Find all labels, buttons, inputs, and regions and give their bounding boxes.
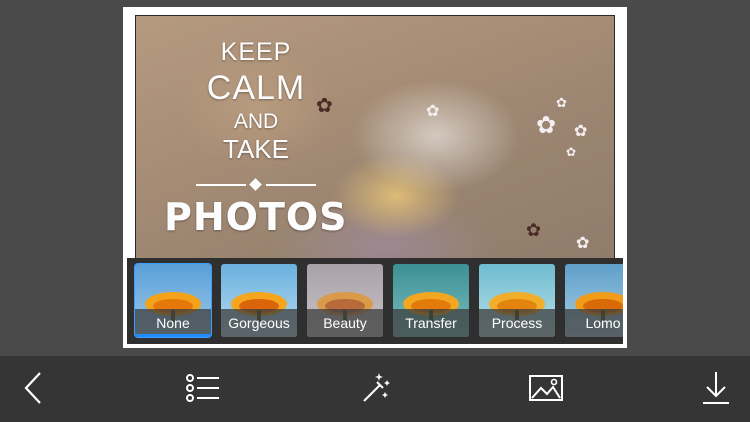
filter-beauty[interactable]: Beauty <box>307 264 383 337</box>
poster-line-and: AND <box>233 110 279 133</box>
poster-line-calm: CALM <box>206 69 306 107</box>
poster-line-take: TAKE <box>223 134 289 164</box>
filter-transfer[interactable]: Transfer <box>393 264 469 337</box>
filter-label: Transfer <box>393 309 469 337</box>
list-icon <box>186 374 219 402</box>
keep-calm-poster-text: KEEP CALM AND TAKE PHOTOS <box>164 38 347 239</box>
flower-decoration: ✿ <box>576 235 590 252</box>
filter-strip[interactable]: None Gorgeous Beauty Transfer Process Lo… <box>127 258 623 344</box>
bottom-toolbar <box>0 356 750 422</box>
flower-decoration: ✿ <box>526 220 542 240</box>
filter-none[interactable]: None <box>135 264 211 337</box>
layout-list-button[interactable] <box>183 368 223 408</box>
filter-process[interactable]: Process <box>479 264 555 337</box>
filter-gorgeous[interactable]: Gorgeous <box>221 264 297 337</box>
edited-photo[interactable]: ✿ ✿ ✿ ✿ ✿ ✿ ✿ ✿ KEEP CALM AND TAKE PHOTO… <box>135 15 615 261</box>
ornament-divider <box>196 178 316 191</box>
image-icon <box>529 375 563 401</box>
download-icon <box>703 372 729 404</box>
flower-decoration: ✿ <box>426 103 440 120</box>
effects-button[interactable] <box>355 368 395 408</box>
poster-line-photos: PHOTOS <box>164 195 348 239</box>
filter-label: Beauty <box>307 309 383 337</box>
filter-label: Process <box>479 309 555 337</box>
flower-decoration: ✿ <box>536 112 557 139</box>
filter-label: Lomo <box>565 309 623 337</box>
flower-decoration: ✿ <box>566 145 577 159</box>
back-chevron-icon <box>24 372 41 404</box>
back-button[interactable] <box>16 368 56 408</box>
save-download-button[interactable] <box>696 368 736 408</box>
filter-lomo[interactable]: Lomo <box>565 264 623 337</box>
flower-decoration: ✿ <box>574 123 588 140</box>
filter-label: None <box>135 309 211 337</box>
filter-label: Gorgeous <box>221 309 297 337</box>
magic-wand-icon <box>363 373 390 402</box>
gallery-button[interactable] <box>526 368 566 408</box>
flower-decoration: ✿ <box>556 95 567 110</box>
poster-line-keep: KEEP <box>220 38 292 66</box>
